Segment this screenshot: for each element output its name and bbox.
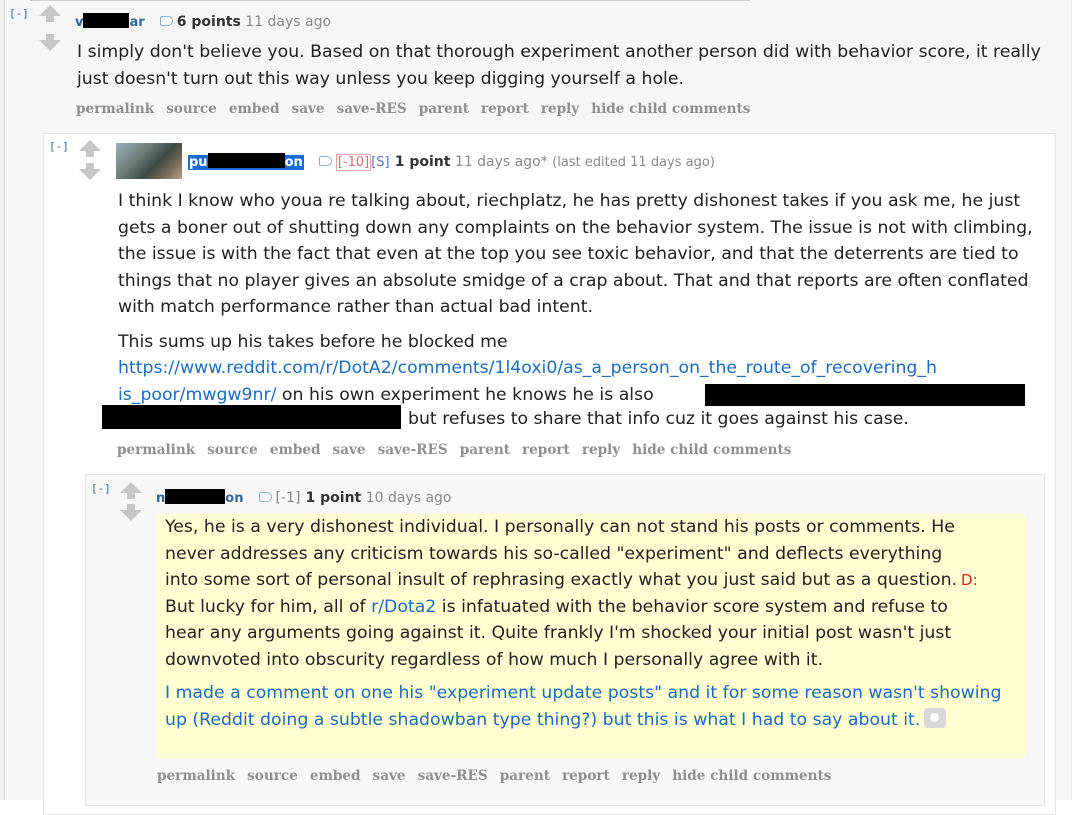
parent-link[interactable]: parent (460, 442, 510, 458)
edited-note: (last edited 11 days ago) (552, 155, 715, 170)
reply-link[interactable]: reply (582, 442, 620, 458)
collapse-toggle[interactable]: [-] (9, 7, 29, 20)
save-link[interactable]: save (373, 768, 406, 784)
redaction-bar (207, 153, 285, 168)
score: 1 point (305, 490, 362, 506)
comment-actions: permalink source embed save save-RES parent re… (76, 101, 762, 117)
avatar[interactable] (116, 143, 182, 179)
comment-body: Yes, he is a very dishonest individual. … (165, 514, 1065, 673)
divider (30, 0, 750, 1)
username-end: on (225, 491, 244, 506)
user-flair: [-10] (335, 154, 372, 171)
user-flair: [-1] (275, 490, 301, 506)
timestamp: 11 days ago (245, 14, 332, 30)
comment-text: on his own experiment he knows he is als… (276, 384, 654, 405)
comment-header: pu on [-10] [S] 1 point 11 days ago* (last… (188, 151, 715, 171)
comment-link-paragraph: I made a comment on one his "experiment … (165, 680, 1010, 733)
score: 6 points (176, 14, 241, 30)
parent-link[interactable]: parent (419, 101, 469, 117)
hide-child-link[interactable]: hide child comments (591, 101, 750, 117)
source-link[interactable]: source (207, 442, 258, 458)
comment-text: I simply don't believe you. Based on tha… (77, 42, 1041, 89)
comment-paragraph: https://www.reddit.com/r/DotA2/comments/… (118, 355, 1043, 382)
comment-text: But lucky for him, all of (165, 596, 372, 617)
downvote-arrow-icon[interactable] (120, 504, 142, 521)
submitter-badge[interactable]: [S] (371, 155, 389, 170)
redaction-bar (83, 13, 130, 28)
username[interactable]: pu on (188, 153, 304, 170)
comment-link[interactable]: I made a comment on one his "experiment … (165, 683, 1001, 730)
username-start: pu (189, 155, 208, 170)
redaction-bar (102, 405, 401, 429)
comment-body-end: but refuses to share that info cuz it go… (408, 406, 1028, 433)
comment-line: never addresses any criticism towards hi… (165, 543, 943, 564)
comment-body: I think I know who youa re talking about… (118, 188, 1043, 408)
reply-link[interactable]: reply (541, 101, 579, 117)
report-link[interactable]: report (481, 101, 529, 117)
embed-link[interactable]: embed (270, 442, 321, 458)
redaction-bar (165, 489, 226, 504)
username-start: v (75, 15, 84, 30)
comment-line: downvoted into obscurity regardless of h… (165, 649, 823, 670)
comment-line: into some sort of personal insult of rep… (165, 567, 1065, 594)
reddit-link-cont[interactable]: is_poor/mwgw9nr/ (118, 385, 276, 405)
save-res-link[interactable]: save-RES (337, 101, 407, 117)
comment-actions: permalink source embed save save-RES parent re… (117, 442, 803, 458)
permalink-link[interactable]: permalink (157, 768, 235, 784)
downvote-arrow-icon[interactable] (39, 34, 61, 51)
comment-text: is infatuated with the behavior score sy… (436, 596, 948, 617)
comment-paragraph: I think I know who youa re talking about… (118, 191, 1033, 317)
source-link[interactable]: source (247, 768, 298, 784)
comment-line: Yes, he is a very dishonest individual. … (165, 517, 955, 537)
report-link[interactable]: report (562, 768, 610, 784)
comment-text: but refuses to share that info cuz it go… (408, 409, 909, 429)
timestamp: 10 days ago (365, 490, 452, 506)
save-link[interactable]: save (292, 101, 325, 117)
upvote-arrow-icon[interactable] (79, 140, 101, 157)
embed-link[interactable]: embed (229, 101, 280, 117)
camera-icon[interactable] (924, 707, 947, 728)
comment-body: I simply don't believe you. Based on tha… (77, 39, 1052, 92)
save-link[interactable]: save (333, 442, 366, 458)
collapse-toggle[interactable]: [-] (91, 482, 111, 495)
embed-link[interactable]: embed (310, 768, 361, 784)
comment-line: hear any arguments going against it. Qui… (165, 623, 952, 643)
downvote-arrow-icon[interactable] (79, 163, 101, 180)
comment-header: v ar 6 points 11 days ago (75, 11, 331, 30)
comment-header: n on [-1] 1 point 10 days ago (156, 487, 452, 506)
hide-child-link[interactable]: hide child comments (672, 768, 831, 784)
hide-child-link[interactable]: hide child comments (632, 442, 791, 458)
tag-icon[interactable] (258, 491, 272, 502)
permalink-link[interactable]: permalink (76, 101, 154, 117)
username[interactable]: n on (156, 489, 244, 506)
save-res-link[interactable]: save-RES (378, 442, 448, 458)
username-end: ar (129, 15, 145, 30)
username-end: on (284, 155, 303, 170)
permalink-link[interactable]: permalink (117, 442, 195, 458)
redaction-bar (705, 384, 1025, 406)
tag-icon[interactable] (318, 155, 332, 166)
timestamp: 11 days ago* (454, 154, 548, 170)
comment-line: But lucky for him, all of r/Dota2 is inf… (165, 594, 1065, 621)
save-res-link[interactable]: save-RES (418, 768, 488, 784)
emote: D: (961, 571, 978, 589)
username[interactable]: v ar (75, 13, 145, 30)
upvote-arrow-icon[interactable] (120, 482, 142, 499)
tag-icon[interactable] (159, 15, 173, 26)
score: 1 point (394, 154, 451, 170)
source-link[interactable]: source (166, 101, 217, 117)
upvote-arrow-icon[interactable] (39, 5, 61, 22)
report-link[interactable]: report (522, 442, 570, 458)
subreddit-link[interactable]: r/Dota2 (371, 597, 436, 617)
comment-text: into some sort of personal insult of rep… (165, 570, 958, 590)
reply-link[interactable]: reply (622, 768, 660, 784)
reddit-link[interactable]: https://www.reddit.com/r/DotA2/comments/… (118, 358, 937, 378)
parent-link[interactable]: parent (500, 768, 550, 784)
collapse-toggle[interactable]: [-] (49, 140, 69, 153)
comment-actions: permalink source embed save save-RES parent re… (157, 768, 843, 784)
username-start: n (156, 491, 166, 506)
comment-paragraph: This sums up his takes before he blocked… (118, 331, 508, 352)
